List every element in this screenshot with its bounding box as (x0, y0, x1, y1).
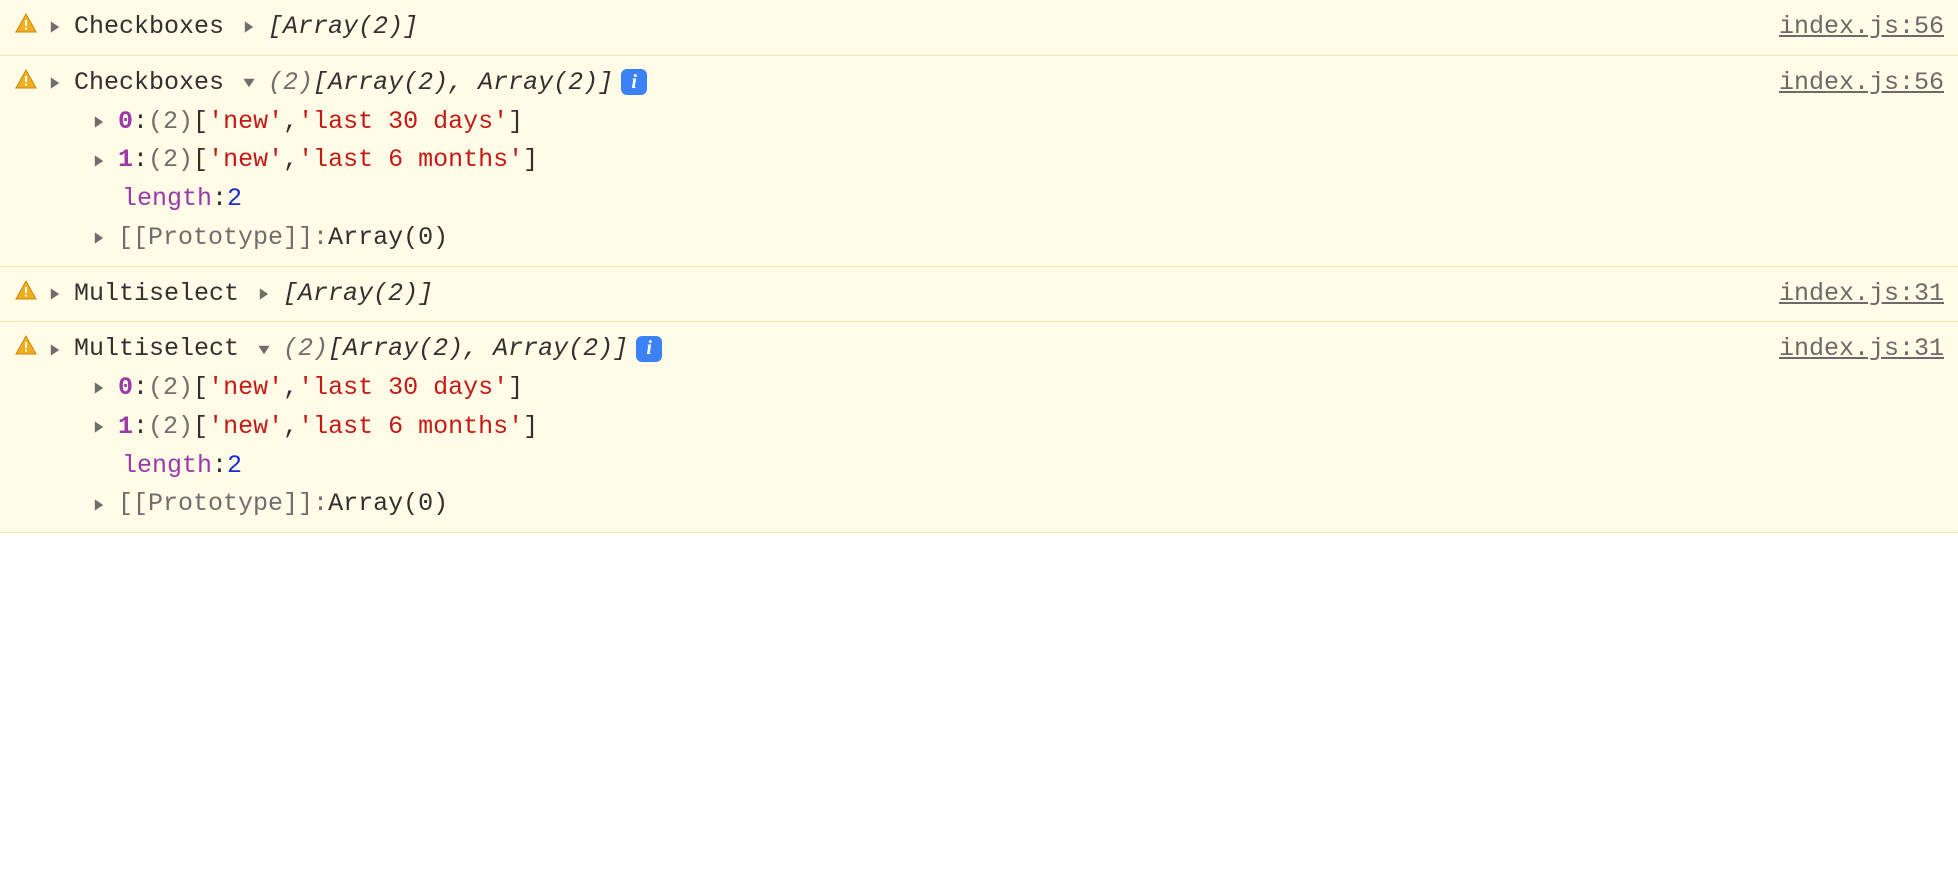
array-count: (2) (148, 141, 193, 180)
array-collapsed-preview[interactable]: [Array(2)] (268, 8, 418, 47)
array-count: (2) (148, 103, 193, 142)
length-value: 2 (227, 447, 242, 486)
warning-icon (14, 275, 48, 303)
chevron-down-icon[interactable] (257, 343, 271, 357)
array-expanded-preview[interactable]: [Array(2), Array(2)] (313, 64, 613, 103)
console-row-body: Checkboxes [Array(2)] (48, 8, 1759, 47)
colon: : (133, 408, 148, 447)
info-icon[interactable]: i (621, 69, 647, 95)
log-label: Checkboxes (74, 64, 224, 103)
string-value: 'new' (208, 369, 283, 408)
string-value: 'new' (208, 103, 283, 142)
console-row: Multiselect [Array(2)]index.js:31 (0, 267, 1958, 323)
source-link[interactable]: index.js:31 (1759, 330, 1944, 369)
prototype-key: [[Prototype]] (118, 219, 313, 258)
disclosure-icon[interactable] (48, 343, 62, 357)
disclosure-icon[interactable] (48, 287, 62, 301)
array-children: 0: (2) ['new', 'last 30 days']1: (2) ['n… (48, 103, 1759, 258)
array-collapsed-preview[interactable]: [Array(2)] (283, 275, 433, 314)
log-summary-line: Checkboxes [Array(2)] (48, 8, 1759, 47)
log-summary-line: Checkboxes (2) [Array(2), Array(2)] i (48, 64, 1759, 103)
array-item: 0: (2) ['new', 'last 30 days'] (92, 103, 1759, 142)
log-label: Checkboxes (74, 8, 224, 47)
array-index: 0 (118, 369, 133, 408)
console-row: Checkboxes [Array(2)]index.js:56 (0, 0, 1958, 56)
array-item: 1: (2) ['new', 'last 6 months'] (92, 408, 1759, 447)
string-value: 'last 30 days' (298, 103, 508, 142)
source-link[interactable]: index.js:56 (1759, 64, 1944, 103)
console-row: Checkboxes (2) [Array(2), Array(2)] i 0: (… (0, 56, 1958, 267)
chevron-right-icon[interactable] (92, 154, 106, 168)
array-count: (2) (268, 64, 313, 103)
chevron-right-icon[interactable] (92, 381, 106, 395)
chevron-right-icon[interactable] (257, 287, 271, 301)
string-value: 'last 6 months' (298, 141, 523, 180)
prototype-line: [[Prototype]]: Array(0) (92, 485, 1759, 524)
source-link[interactable]: index.js:31 (1759, 275, 1944, 314)
array-item: 0: (2) ['new', 'last 30 days'] (92, 369, 1759, 408)
length-value: 2 (227, 180, 242, 219)
log-label: Multiselect (74, 275, 239, 314)
colon: : (133, 369, 148, 408)
info-icon[interactable]: i (636, 336, 662, 362)
length-key: length (122, 180, 212, 219)
log-summary-line: Multiselect (2) [Array(2), Array(2)] i (48, 330, 1759, 369)
chevron-right-icon[interactable] (242, 20, 256, 34)
array-count: (2) (148, 369, 193, 408)
prototype-key: [[Prototype]] (118, 485, 313, 524)
log-summary-line: Multiselect [Array(2)] (48, 275, 1759, 314)
log-label: Multiselect (74, 330, 239, 369)
colon: : (133, 103, 148, 142)
disclosure-icon[interactable] (48, 20, 62, 34)
console-row: Multiselect (2) [Array(2), Array(2)] i 0: … (0, 322, 1958, 533)
prototype-value: Array(0) (328, 485, 448, 524)
array-count: (2) (148, 408, 193, 447)
string-value: 'last 6 months' (298, 408, 523, 447)
array-index: 1 (118, 141, 133, 180)
string-value: 'new' (208, 141, 283, 180)
chevron-down-icon[interactable] (242, 76, 256, 90)
disclosure-icon[interactable] (48, 76, 62, 90)
chevron-right-icon[interactable] (92, 115, 106, 129)
array-index: 1 (118, 408, 133, 447)
prototype-value: Array(0) (328, 219, 448, 258)
array-length-line: length: 2 (92, 447, 1759, 486)
array-item: 1: (2) ['new', 'last 6 months'] (92, 141, 1759, 180)
console-row-body: Multiselect [Array(2)] (48, 275, 1759, 314)
prototype-line: [[Prototype]]: Array(0) (92, 219, 1759, 258)
array-count: (2) (283, 330, 328, 369)
colon: : (133, 141, 148, 180)
length-key: length (122, 447, 212, 486)
console-row-body: Checkboxes (2) [Array(2), Array(2)] i 0: (… (48, 64, 1759, 258)
warning-icon (14, 8, 48, 36)
warning-icon (14, 330, 48, 358)
array-expanded-preview[interactable]: [Array(2), Array(2)] (328, 330, 628, 369)
chevron-right-icon[interactable] (92, 498, 106, 512)
chevron-right-icon[interactable] (92, 231, 106, 245)
console-row-body: Multiselect (2) [Array(2), Array(2)] i 0: … (48, 330, 1759, 524)
array-length-line: length: 2 (92, 180, 1759, 219)
source-link[interactable]: index.js:56 (1759, 8, 1944, 47)
array-children: 0: (2) ['new', 'last 30 days']1: (2) ['n… (48, 369, 1759, 524)
string-value: 'last 30 days' (298, 369, 508, 408)
warning-icon (14, 64, 48, 92)
string-value: 'new' (208, 408, 283, 447)
array-index: 0 (118, 103, 133, 142)
chevron-right-icon[interactable] (92, 420, 106, 434)
